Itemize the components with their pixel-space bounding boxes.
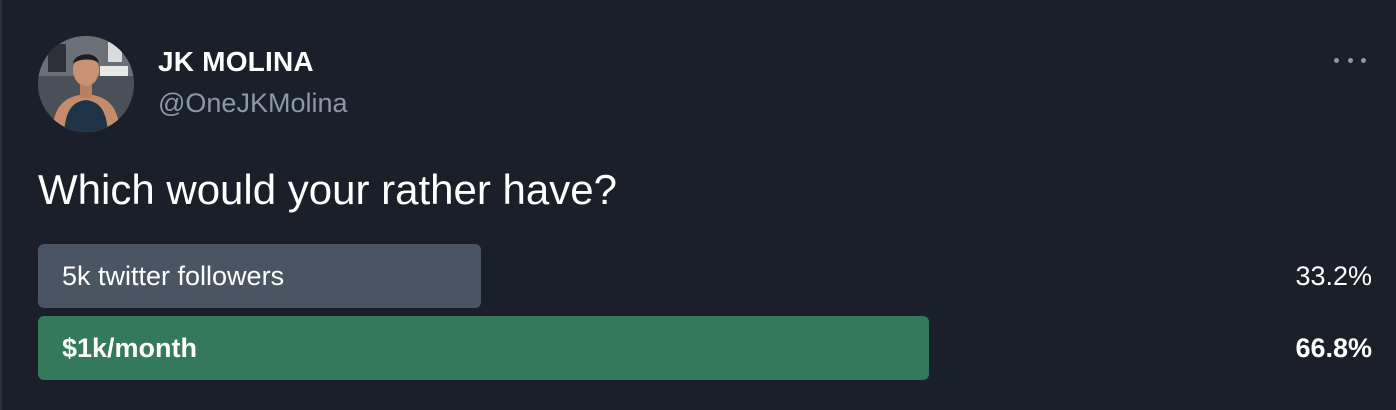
dot xyxy=(1347,57,1353,63)
dot xyxy=(1334,57,1339,63)
poll-option-2: $1k/month 66.8% xyxy=(38,316,1372,380)
display-name[interactable]: JK MOLINA xyxy=(158,46,314,78)
poll-option-1: 5k twitter followers 33.2% xyxy=(38,244,1372,308)
avatar[interactable] xyxy=(38,36,134,132)
more-options-icon[interactable] xyxy=(1334,50,1366,70)
poll-option-percent: 66.8% xyxy=(1295,333,1372,363)
tweet-text: Which would your rather have? xyxy=(38,166,617,213)
user-handle[interactable]: @OneJKMolina xyxy=(158,88,348,119)
poll-option-percent: 33.2% xyxy=(1295,261,1372,291)
poll-option-label: $1k/month xyxy=(62,333,198,363)
dot xyxy=(1361,57,1366,63)
profile-photo-icon xyxy=(38,36,134,132)
poll-option-label: 5k twitter followers xyxy=(62,261,285,291)
tweet-card: JK MOLINA @OneJKMolina Which would your … xyxy=(0,0,1396,410)
